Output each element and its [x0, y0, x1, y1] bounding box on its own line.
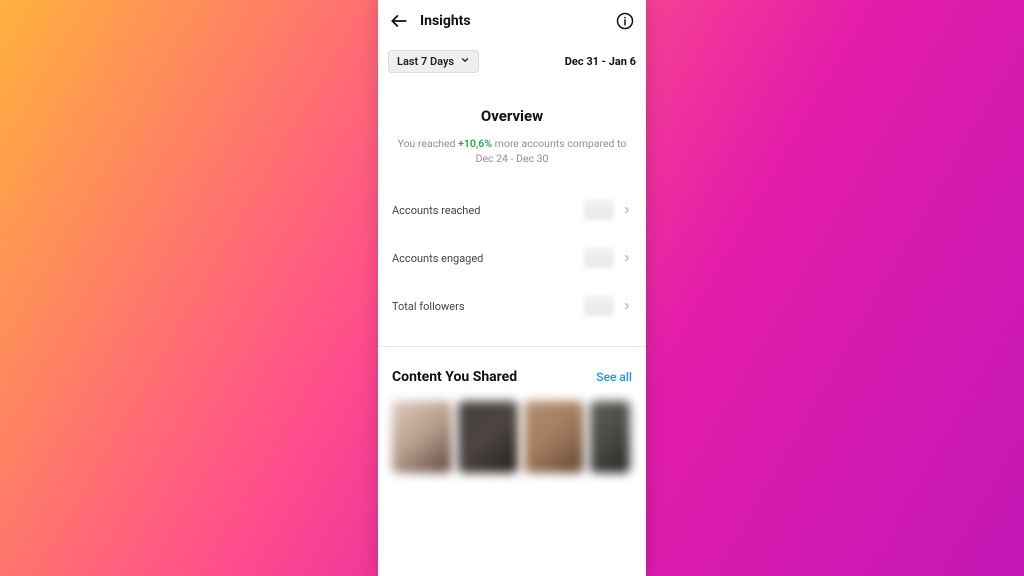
overview-compare-range: Dec 24 - Dec 30	[476, 152, 549, 165]
metric-accounts-reached[interactable]: Accounts reached	[378, 186, 646, 234]
overview-pretext: You reached	[398, 137, 458, 150]
metric-label: Accounts reached	[392, 204, 480, 217]
metric-list: Accounts reached Accounts engaged	[378, 186, 646, 330]
phone-screen: Insights Last 7 Days Dec 31 - Jan 6 Over…	[378, 0, 646, 576]
metric-value-group	[584, 200, 632, 220]
overview-percentage: +10,6%	[458, 137, 492, 150]
metric-accounts-engaged[interactable]: Accounts engaged	[378, 234, 646, 282]
gradient-background: Insights Last 7 Days Dec 31 - Jan 6 Over…	[0, 0, 1024, 576]
content-thumbnail[interactable]	[590, 401, 630, 473]
app-header: Insights	[378, 0, 646, 42]
chevron-down-icon	[460, 55, 470, 68]
date-range-selector[interactable]: Last 7 Days	[388, 50, 479, 73]
chevron-right-icon	[622, 204, 632, 216]
content-thumbnail[interactable]	[458, 401, 518, 473]
back-arrow-icon[interactable]	[388, 10, 410, 32]
header-left: Insights	[388, 10, 471, 32]
metric-total-followers[interactable]: Total followers	[378, 282, 646, 330]
content-thumbnail[interactable]	[524, 401, 584, 473]
date-range-label: Last 7 Days	[397, 55, 454, 68]
overview-midtext: more accounts compared to	[492, 137, 626, 150]
metric-value-group	[584, 296, 632, 316]
chevron-right-icon	[622, 252, 632, 264]
filter-row: Last 7 Days Dec 31 - Jan 6	[378, 48, 646, 75]
info-icon[interactable]	[614, 10, 636, 32]
overview-section: Overview You reached +10,6% more account…	[378, 107, 646, 166]
content-thumbnails	[378, 395, 646, 473]
metric-value-group	[584, 248, 632, 268]
content-section-header: Content You Shared See all	[378, 347, 646, 395]
metric-label: Accounts engaged	[392, 252, 483, 265]
page-title: Insights	[420, 13, 471, 29]
metric-value-blurred	[584, 296, 614, 316]
see-all-link[interactable]: See all	[596, 370, 632, 384]
content-thumbnail[interactable]	[392, 401, 452, 473]
overview-title: Overview	[392, 107, 632, 125]
chevron-right-icon	[622, 300, 632, 312]
metric-label: Total followers	[392, 300, 465, 313]
overview-subtext: You reached +10,6% more accounts compare…	[392, 137, 632, 166]
active-date-range: Dec 31 - Jan 6	[565, 55, 636, 68]
metric-value-blurred	[584, 200, 614, 220]
metric-value-blurred	[584, 248, 614, 268]
content-section-title: Content You Shared	[392, 369, 517, 385]
